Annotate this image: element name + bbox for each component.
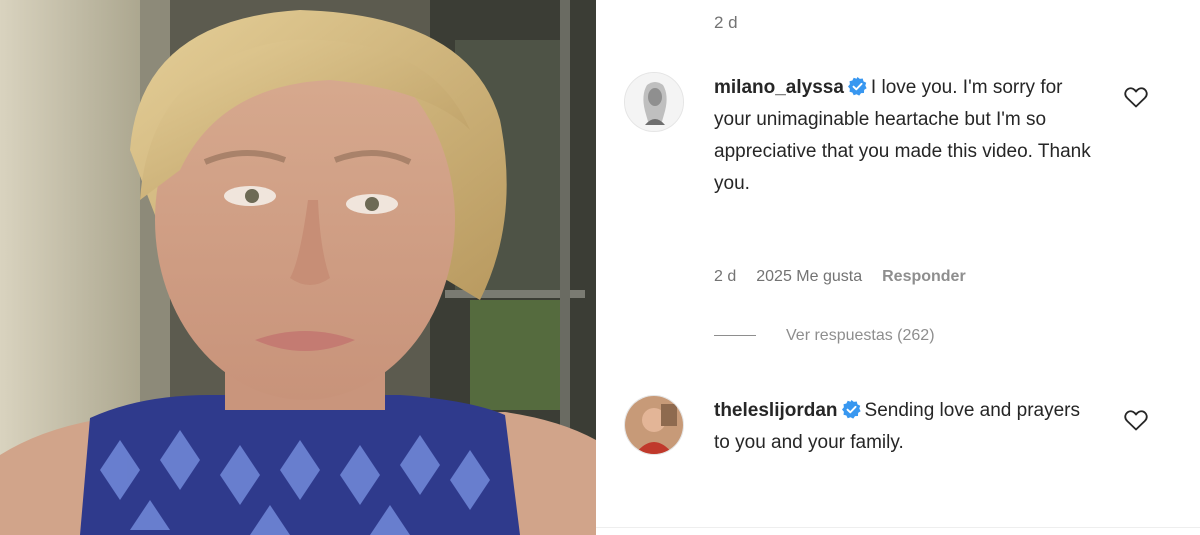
like-heart-icon[interactable] (1124, 409, 1148, 431)
panel-divider (596, 527, 1200, 528)
reply-button[interactable]: Responder (882, 268, 966, 285)
comment-meta: 2 d 2025 Me gusta Responder (714, 268, 986, 286)
like-heart-icon[interactable] (1124, 86, 1148, 108)
comment-username[interactable]: theleslijordan (714, 400, 838, 421)
previous-comment-timestamp: 2 d (714, 13, 738, 32)
comment-body: theleslijordan Sending love and prayers t… (714, 395, 1094, 459)
avatar[interactable] (624, 72, 684, 132)
comment-item: theleslijordan Sending love and prayers t… (624, 395, 1154, 505)
verified-badge-icon (847, 77, 867, 96)
comment-timestamp: 2 d (714, 268, 737, 285)
comment-likes-count[interactable]: 2025 Me gusta (756, 268, 862, 285)
view-replies-button[interactable]: Ver respuestas (262) (714, 327, 935, 345)
comments-panel: 2 d milano_alyssa I love you. I'm sorry f… (596, 0, 1200, 535)
avatar-portrait-icon (625, 396, 683, 454)
view-replies-label: Ver respuestas (262) (786, 327, 935, 344)
post-video-frame[interactable] (0, 0, 596, 535)
verified-badge-icon (841, 400, 861, 419)
replies-divider-line (714, 335, 756, 337)
video-still-image (0, 0, 596, 535)
comment-item: milano_alyssa I love you. I'm sorry for y… (624, 72, 1154, 302)
avatar-portrait-icon (625, 73, 683, 131)
comment-body: milano_alyssa I love you. I'm sorry for y… (714, 72, 1094, 200)
avatar[interactable] (624, 395, 684, 455)
comment-username[interactable]: milano_alyssa (714, 77, 844, 98)
